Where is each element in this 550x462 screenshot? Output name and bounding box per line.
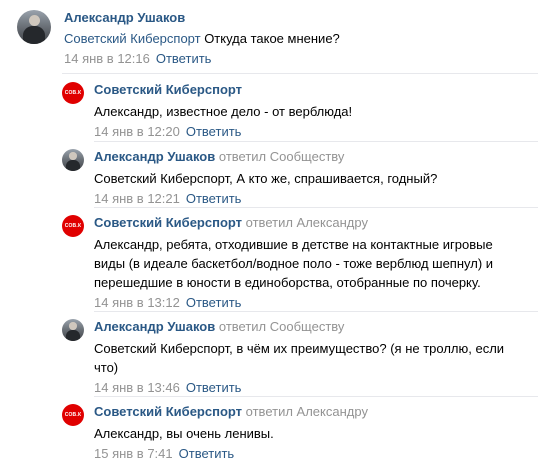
- comment-text: Советский Киберспорт Откуда такое мнение…: [64, 29, 340, 48]
- avatar[interactable]: [17, 10, 51, 44]
- comment-date[interactable]: 14 янв в 13:46: [94, 380, 180, 395]
- comment-header: Советский Киберспорт: [94, 82, 352, 99]
- comment-author[interactable]: Александр Ушаков: [64, 10, 185, 25]
- separator: [62, 73, 538, 74]
- comment-thread: Александр Ушаков Советский Киберспорт От…: [0, 0, 550, 462]
- comment-item: СОВ.К Советский Киберспорт ответил Алекс…: [62, 404, 538, 462]
- comment-author[interactable]: Советский Киберспорт: [94, 215, 242, 230]
- comment-content: Александр Ушаков Советский Киберспорт От…: [64, 10, 340, 67]
- comment-header: Советский Киберспорт ответил Александру: [94, 404, 368, 421]
- replied-label: ответил: [218, 319, 267, 334]
- comment-meta: 14 янв в 13:12 Ответить: [94, 295, 514, 311]
- comment-meta: 14 янв в 12:16 Ответить: [64, 51, 340, 67]
- avatar[interactable]: СОВ.К: [62, 82, 84, 104]
- comment-date[interactable]: 14 янв в 13:12: [94, 295, 180, 310]
- comment-author[interactable]: Советский Киберспорт: [94, 82, 242, 97]
- comment-content: Александр Ушаков ответил Сообществу Сове…: [94, 149, 437, 207]
- reply-button[interactable]: Ответить: [186, 380, 242, 395]
- comment-body: Александр, вы очень ленивы.: [94, 426, 274, 441]
- avatar[interactable]: [62, 149, 84, 171]
- avatar-body-shape: [65, 159, 81, 171]
- comment-author[interactable]: Советский Киберспорт: [94, 404, 242, 419]
- avatar[interactable]: [62, 319, 84, 341]
- reply-button[interactable]: Ответить: [186, 191, 242, 206]
- comment-meta: 15 янв в 7:41 Ответить: [94, 446, 368, 462]
- comment-meta: 14 янв в 12:20 Ответить: [94, 124, 352, 140]
- comment-header: Александр Ушаков ответил Сообществу: [94, 319, 514, 336]
- avatar-body-shape: [65, 329, 81, 341]
- reply-button[interactable]: Ответить: [179, 446, 235, 461]
- comment-item: Александр Ушаков ответил Сообществу Сове…: [62, 149, 538, 207]
- comment-header: Александр Ушаков ответил Сообществу: [94, 149, 437, 166]
- avatar-head-shape: [28, 14, 41, 27]
- comment-date[interactable]: 14 янв в 12:21: [94, 191, 180, 206]
- replied-to-link[interactable]: Александру: [297, 215, 368, 230]
- comment-header: Александр Ушаков: [64, 10, 340, 27]
- comment-date[interactable]: 14 янв в 12:16: [64, 51, 150, 66]
- separator: [94, 396, 538, 397]
- replied-to-link[interactable]: Сообществу: [270, 149, 345, 164]
- comment-meta: 14 янв в 13:46 Ответить: [94, 380, 514, 396]
- community-logo: СОВ.К: [64, 222, 82, 229]
- comment-content: Советский Киберспорт ответил Александру …: [94, 215, 514, 311]
- comment-author[interactable]: Александр Ушаков: [94, 319, 215, 334]
- replied-label: ответил: [245, 215, 293, 230]
- comment-date[interactable]: 14 янв в 12:20: [94, 124, 180, 139]
- comment-body: Советский Киберспорт, в чём их преимущес…: [94, 341, 505, 375]
- comment-header: Советский Киберспорт ответил Александру: [94, 215, 514, 232]
- separator: [94, 311, 538, 312]
- comment-body: Советский Киберспорт, А кто же, спрашива…: [94, 171, 438, 186]
- replied-label: ответил: [218, 149, 267, 164]
- avatar[interactable]: СОВ.К: [62, 215, 84, 237]
- avatar[interactable]: СОВ.К: [62, 404, 84, 426]
- community-logo: СОВ.К: [64, 89, 82, 96]
- replied-to-link[interactable]: Сообществу: [270, 319, 345, 334]
- comment-mention[interactable]: Советский Киберспорт: [64, 31, 201, 46]
- reply-button[interactable]: Ответить: [186, 295, 242, 310]
- separator: [94, 141, 538, 142]
- comment-content: Александр Ушаков ответил Сообществу Сове…: [94, 319, 514, 396]
- reply-button[interactable]: Ответить: [186, 124, 242, 139]
- comment-author[interactable]: Александр Ушаков: [94, 149, 215, 164]
- comment-content: Советский Киберспорт ответил Александру …: [94, 404, 368, 462]
- replied-label: ответил: [245, 404, 293, 419]
- comment-item: Александр Ушаков Советский Киберспорт От…: [17, 10, 537, 67]
- avatar-head-shape: [69, 152, 77, 160]
- comment-item: СОВ.К Советский Киберспорт ответил Алекс…: [62, 215, 538, 311]
- replied-to-link[interactable]: Александру: [297, 404, 368, 419]
- comment-meta: 14 янв в 12:21 Ответить: [94, 191, 437, 207]
- avatar-body-shape: [23, 26, 45, 44]
- comment-item: СОВ.К Советский Киберспорт Александр, из…: [62, 82, 538, 140]
- comment-body: Александр, ребята, отходившие в детстве …: [94, 237, 494, 290]
- reply-button[interactable]: Ответить: [156, 51, 212, 66]
- comment-date[interactable]: 15 янв в 7:41: [94, 446, 173, 461]
- comment-body: Откуда такое мнение?: [200, 31, 340, 46]
- comment-content: Советский Киберспорт Александр, известно…: [94, 82, 352, 140]
- comment-item: Александр Ушаков ответил Сообществу Сове…: [62, 319, 538, 396]
- community-logo: СОВ.К: [64, 411, 82, 418]
- separator: [94, 207, 538, 208]
- avatar-head-shape: [69, 322, 77, 330]
- comment-body: Александр, известное дело - от верблюда!: [94, 104, 353, 119]
